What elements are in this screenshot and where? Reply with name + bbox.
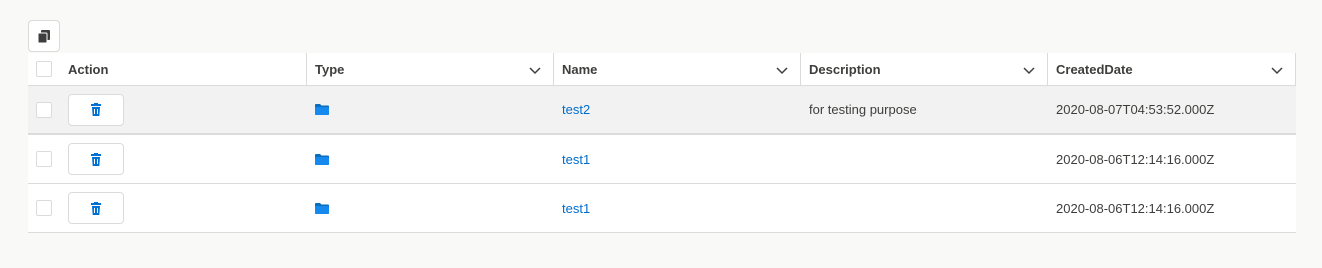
description-text: for testing purpose [809, 102, 917, 117]
folder-icon [315, 104, 329, 115]
column-header-createddate[interactable]: CreatedDate [1048, 53, 1296, 86]
table-row: test1 2020-08-06T12:14:16.000Z [28, 184, 1296, 233]
action-cell [60, 135, 307, 183]
chevron-down-icon[interactable] [528, 63, 542, 77]
delete-button[interactable] [68, 143, 124, 175]
column-label: Description [809, 61, 881, 77]
createddate-cell: 2020-08-06T12:14:16.000Z [1048, 135, 1296, 183]
column-label: Name [562, 61, 598, 77]
folder-icon [315, 202, 329, 214]
column-header-description[interactable]: Description [801, 53, 1048, 86]
type-cell [307, 86, 554, 133]
copy-icon [38, 29, 50, 43]
type-cell [307, 184, 554, 232]
row-select-cell [28, 86, 60, 133]
table-row: test2 for testing purpose 2020-08-07T04:… [28, 86, 1296, 135]
description-cell: for testing purpose [801, 86, 1048, 133]
createddate-text: 2020-08-07T04:53:52.000Z [1056, 102, 1215, 117]
chevron-down-icon[interactable] [1022, 63, 1036, 77]
chevron-down-icon[interactable] [775, 63, 789, 77]
column-label: CreatedDate [1056, 61, 1133, 77]
column-header-action: Action [60, 53, 307, 86]
row-select-cell [28, 135, 60, 183]
delete-button[interactable] [68, 93, 124, 126]
record-name-link[interactable]: test1 [562, 201, 590, 216]
action-cell [60, 184, 307, 232]
column-header-name[interactable]: Name [554, 53, 801, 86]
column-label: Action [68, 61, 109, 77]
row-checkbox[interactable] [36, 151, 52, 167]
row-checkbox[interactable] [36, 101, 52, 118]
delete-button[interactable] [68, 192, 124, 224]
action-cell [60, 86, 307, 133]
trash-icon [91, 152, 101, 166]
row-select-cell [28, 184, 60, 232]
copy-button[interactable] [28, 20, 60, 52]
description-cell [801, 135, 1048, 183]
name-cell: test2 [554, 86, 801, 133]
chevron-down-icon[interactable] [1270, 63, 1284, 77]
createddate-text: 2020-08-06T12:14:16.000Z [1056, 151, 1215, 167]
createddate-text: 2020-08-06T12:14:16.000Z [1056, 200, 1215, 216]
type-cell [307, 135, 554, 183]
trash-icon [91, 103, 101, 116]
table-row: test1 2020-08-06T12:14:16.000Z [28, 135, 1296, 184]
row-checkbox[interactable] [36, 200, 52, 216]
select-all-checkbox[interactable] [36, 61, 52, 77]
select-all-cell [28, 53, 60, 85]
createddate-cell: 2020-08-07T04:53:52.000Z [1048, 86, 1296, 133]
column-divider[interactable] [1295, 53, 1296, 86]
name-cell: test1 [554, 184, 801, 232]
trash-icon [91, 201, 101, 215]
data-table: Action Type Name Description CreatedDate [28, 53, 1296, 233]
description-cell [801, 184, 1048, 232]
table-header: Action Type Name Description CreatedDate [28, 53, 1296, 86]
name-cell: test1 [554, 135, 801, 183]
folder-icon [315, 153, 329, 165]
record-name-link[interactable]: test2 [562, 102, 590, 117]
column-label: Type [315, 61, 345, 77]
record-name-link[interactable]: test1 [562, 152, 590, 167]
column-header-type[interactable]: Type [307, 53, 554, 86]
createddate-cell: 2020-08-06T12:14:16.000Z [1048, 184, 1296, 232]
